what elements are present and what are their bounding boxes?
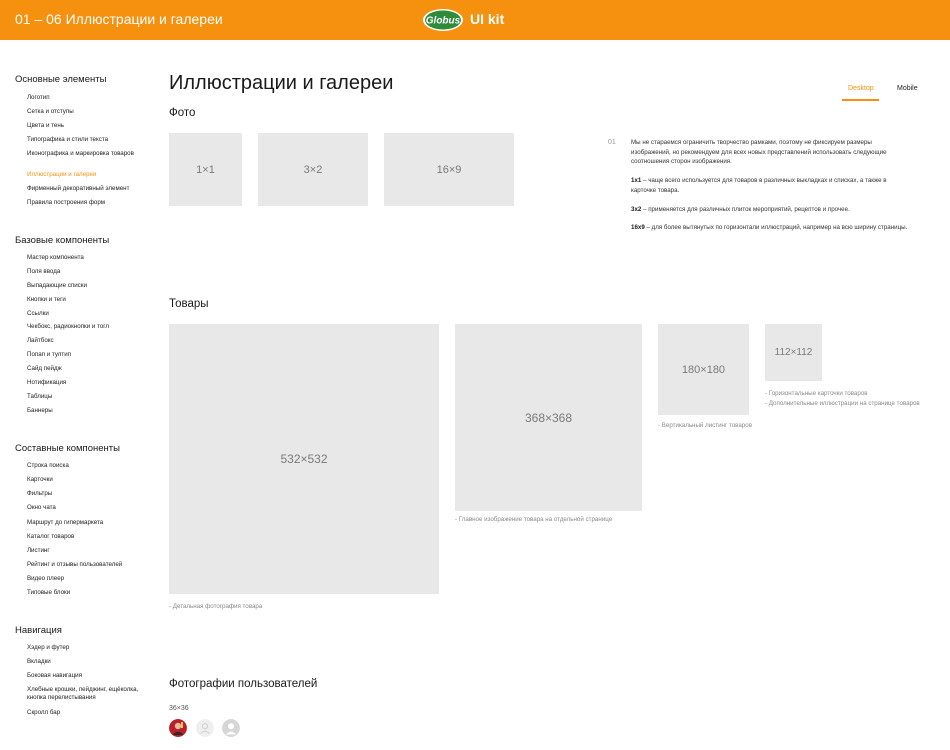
avatar-placeholder-dark bbox=[222, 719, 240, 737]
photo-section-title: Фото bbox=[169, 107, 196, 119]
user-placeholder-icon bbox=[196, 719, 214, 737]
note-ratio-16x9: 16x9 – для более вытянутых по горизонтал… bbox=[631, 223, 911, 233]
ratio-text: – чаще всего используется для товаров в … bbox=[631, 177, 887, 194]
note-intro: Мы не стараемся ограничить творчество ра… bbox=[631, 139, 887, 165]
note-ratio-1x1: 1x1 – чаще всего используется для товаро… bbox=[631, 176, 911, 195]
photo-placeholder-16x9: 16×9 bbox=[384, 133, 514, 206]
tab-desktop[interactable]: Desktop bbox=[848, 85, 874, 92]
tab-mobile[interactable]: Mobile bbox=[897, 85, 918, 92]
ratio-key: 16x9 bbox=[631, 224, 645, 231]
products-section-title: Товары bbox=[169, 298, 209, 310]
product-placeholder-532: 532×532 bbox=[169, 324, 439, 594]
product-caption-112: - Горизонтальные карточки товаров bbox=[765, 390, 868, 397]
ratio-key: 1x1 bbox=[631, 177, 642, 184]
ratio-text: – применяется для различных плиток мероп… bbox=[641, 206, 850, 213]
product-placeholder-112: 112×112 bbox=[765, 324, 822, 381]
note-ratio-3x2: 3x2 – применяется для различных плиток м… bbox=[631, 205, 911, 215]
photo-placeholder-1x1: 1×1 bbox=[169, 133, 242, 206]
active-tab-indicator bbox=[842, 99, 879, 101]
page-title: Иллюстрации и галереи bbox=[169, 72, 394, 94]
ratio-key: 3x2 bbox=[631, 206, 642, 213]
photo-placeholder-3x2: 3×2 bbox=[258, 133, 368, 206]
user-placeholder-icon bbox=[222, 719, 240, 737]
product-placeholder-180: 180×180 bbox=[658, 324, 749, 415]
main-content: Иллюстрации и галереи Desktop Mobile Фот… bbox=[0, 0, 950, 750]
ratio-text: – для более вытянутых по горизонтали илл… bbox=[644, 224, 908, 231]
note-number: 01 bbox=[608, 139, 616, 146]
users-section-title: Фотографии пользователей bbox=[169, 678, 318, 690]
avatar-placeholder-light bbox=[196, 719, 214, 737]
user-photo-icon bbox=[169, 719, 187, 737]
avatar-size-label: 36×36 bbox=[169, 705, 189, 712]
product-placeholder-368: 368×368 bbox=[455, 324, 642, 511]
product-caption-180: - Вертикальный листинг товаров bbox=[658, 422, 752, 429]
product-caption-112-extra: - Дополнительные иллюстрации на странице… bbox=[765, 400, 920, 407]
product-caption-368: - Главное изображение товара на отдельно… bbox=[455, 516, 613, 523]
product-caption-532: - Детальная фотография товара bbox=[169, 603, 263, 610]
avatar-photo bbox=[169, 719, 187, 737]
